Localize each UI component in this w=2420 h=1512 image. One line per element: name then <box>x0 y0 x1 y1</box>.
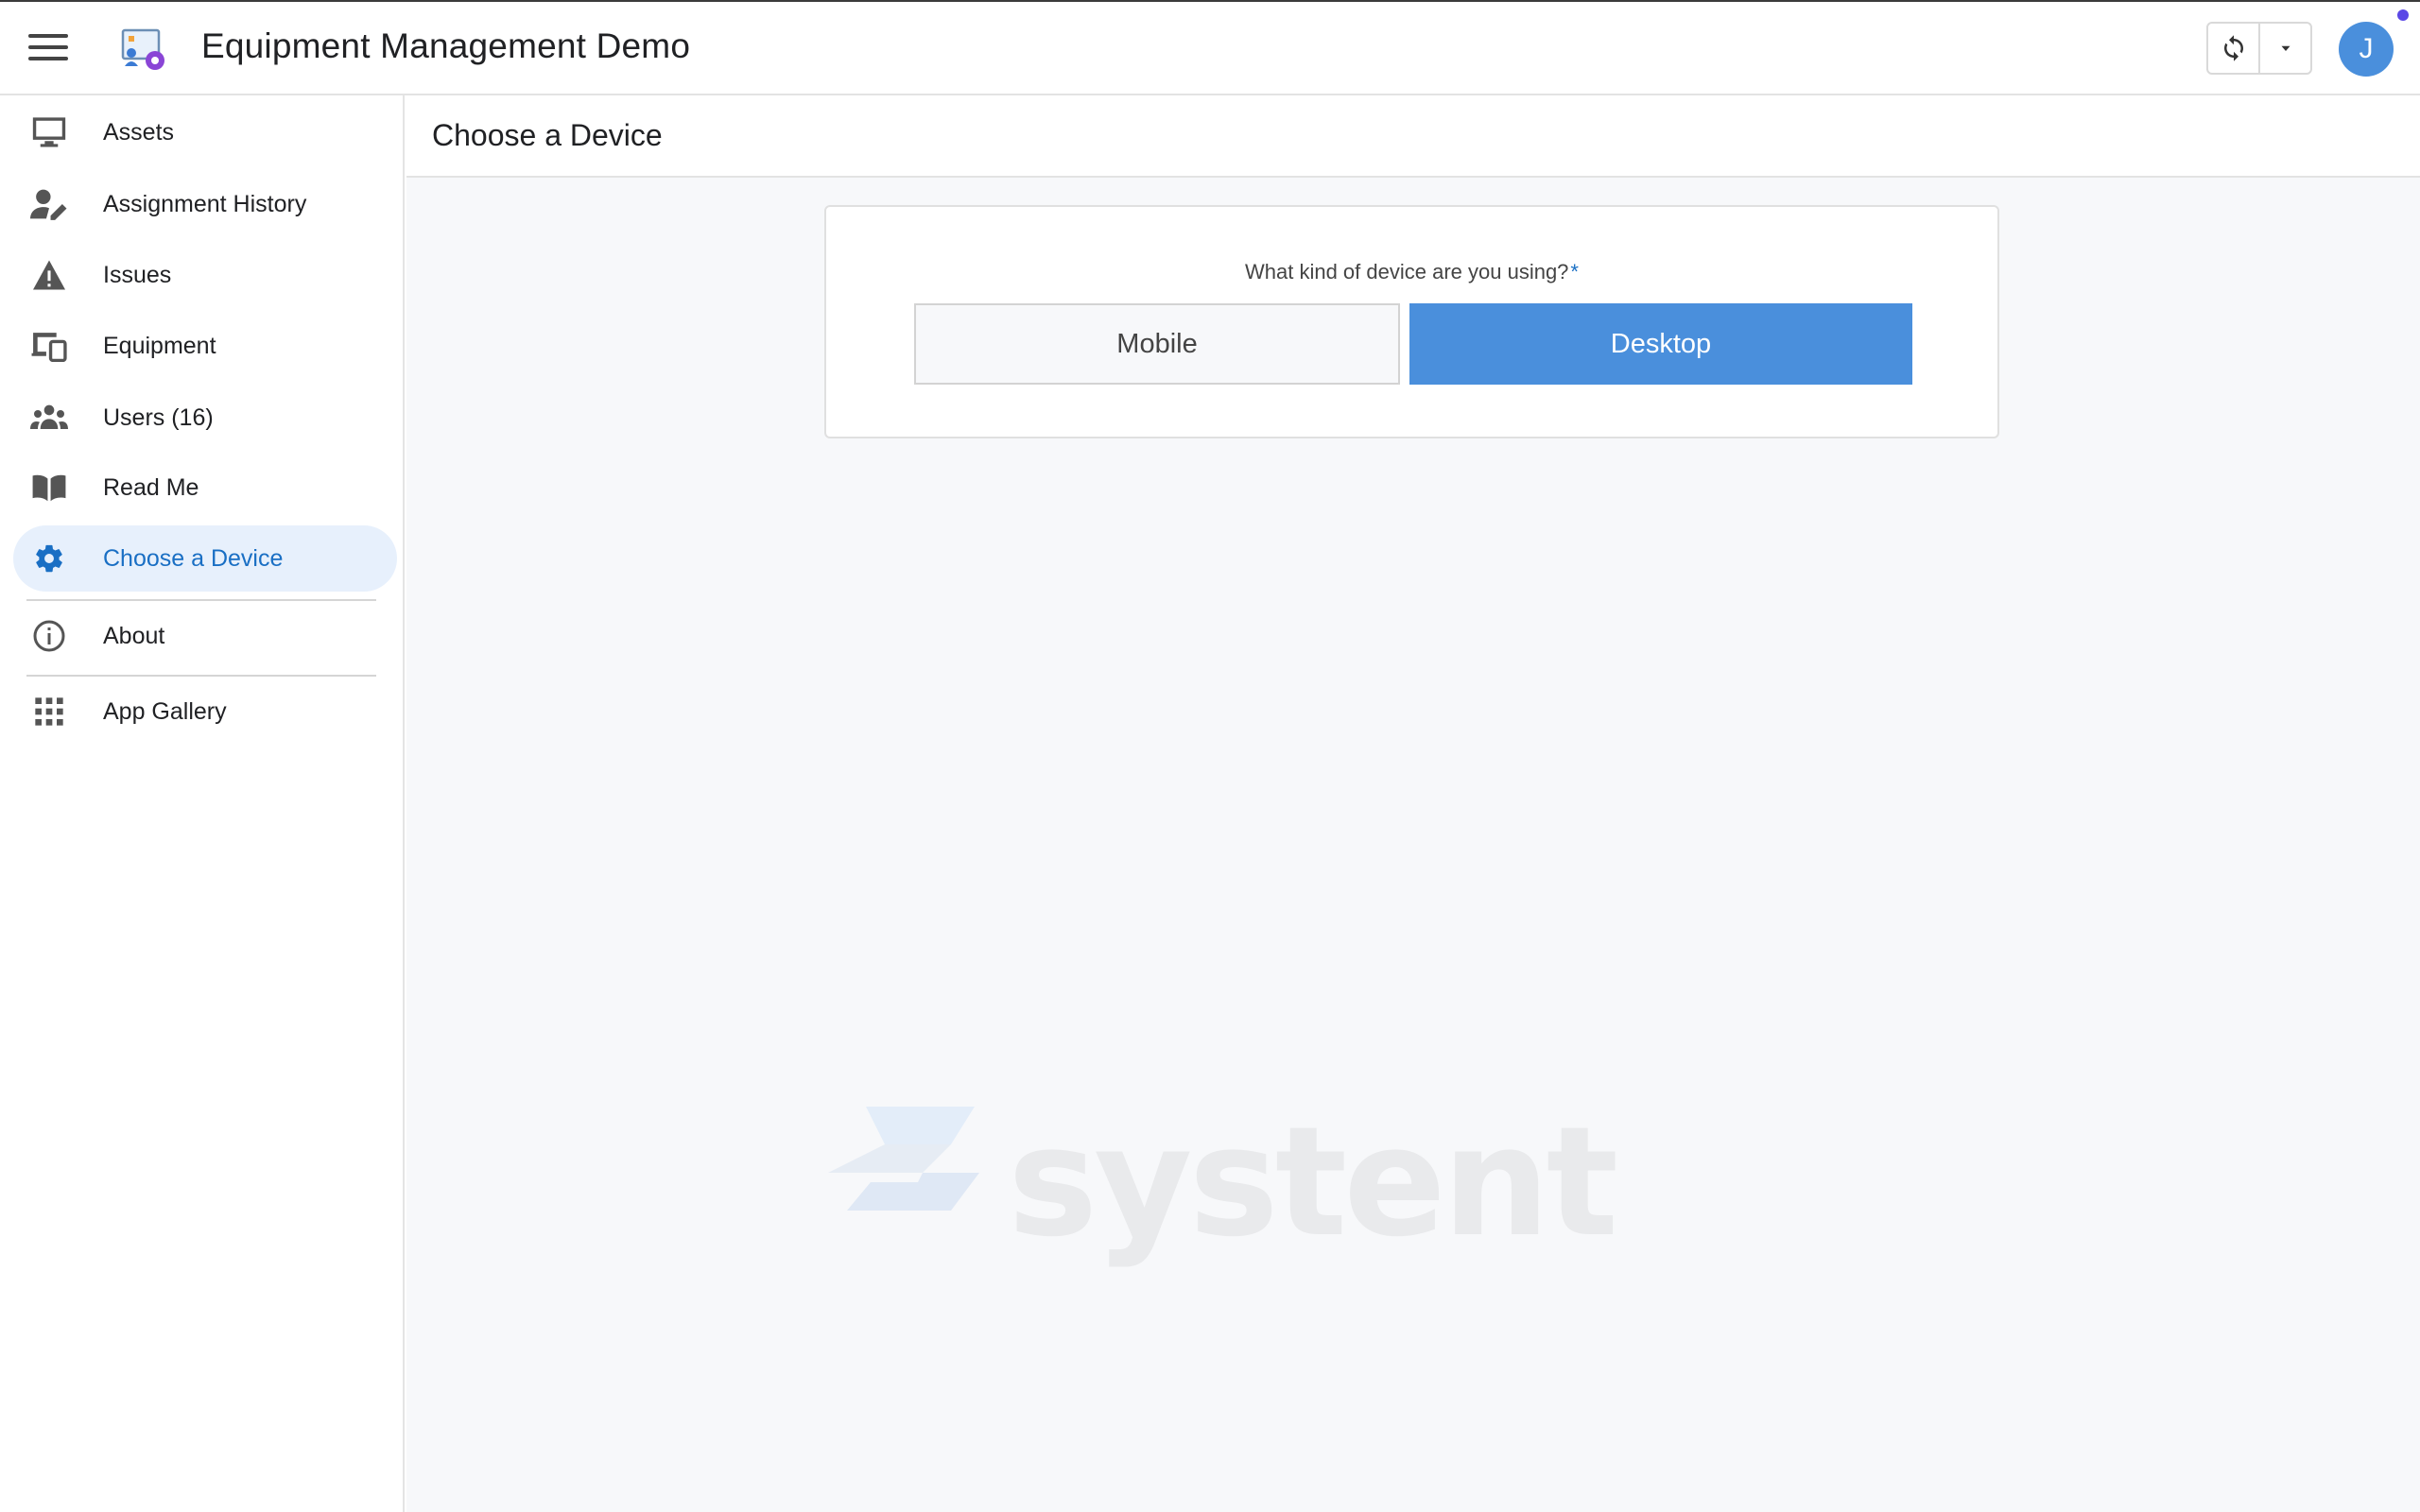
book-icon <box>30 471 68 505</box>
sidebar-item-label: App Gallery <box>103 697 227 725</box>
sidebar-item-label: Equipment <box>103 332 216 359</box>
watermark-text: systent <box>1008 1093 1618 1270</box>
sidebar-item-label: Choose a Device <box>103 544 284 572</box>
hamburger-menu-icon[interactable] <box>28 34 68 64</box>
required-marker: * <box>1570 260 1579 284</box>
users-icon <box>30 401 68 435</box>
systent-watermark: systent <box>828 1093 1618 1270</box>
sidebar-item-assets[interactable]: Assets <box>13 99 397 165</box>
sidebar-item-assignment-history[interactable]: Assignment History <box>13 171 397 237</box>
sidebar-item-app-gallery[interactable]: App Gallery <box>13 679 397 745</box>
sync-button-group <box>2206 22 2312 75</box>
main-content: Choose a Device What kind of device are … <box>406 95 2420 1512</box>
mobile-option-button[interactable]: Mobile <box>914 303 1400 385</box>
sync-dropdown-button[interactable] <box>2258 24 2310 73</box>
systent-logo-mark <box>828 1107 979 1211</box>
sidebar-item-label: Read Me <box>103 473 199 501</box>
sidebar-item-choose-a-device[interactable]: Choose a Device <box>13 525 397 592</box>
sidebar-item-label: Users (16) <box>103 404 214 431</box>
top-app-bar: Equipment Management Demo J <box>0 0 2420 95</box>
sidebar-item-label: Assignment History <box>103 190 307 217</box>
sidebar-divider <box>26 599 376 601</box>
monitor-icon <box>30 115 68 149</box>
devices-icon <box>30 329 68 363</box>
device-question-label: What kind of device are you using? <box>1245 260 1569 284</box>
device-question: What kind of device are you using?* <box>826 260 1997 284</box>
page-title: Choose a Device <box>432 118 663 152</box>
grid-icon <box>30 695 68 729</box>
sidebar-item-label: Assets <box>103 118 175 146</box>
sidebar-item-read-me[interactable]: Read Me <box>13 455 397 521</box>
sidebar-item-about[interactable]: About <box>13 603 397 669</box>
notification-dot <box>2397 9 2409 21</box>
user-edit-icon <box>30 187 68 221</box>
page-header: Choose a Device <box>406 95 2420 178</box>
sidebar-item-equipment[interactable]: Equipment <box>13 313 397 379</box>
sync-icon <box>2223 35 2243 61</box>
sidebar-item-issues[interactable]: Issues <box>13 242 397 308</box>
sidebar-item-label: About <box>103 622 165 649</box>
app-logo <box>121 28 164 70</box>
app-title: Equipment Management Demo <box>201 26 691 65</box>
warning-icon <box>30 258 68 292</box>
sync-button[interactable] <box>2208 24 2258 73</box>
device-form-card: What kind of device are you using?* Mobi… <box>824 205 1999 438</box>
caret-down-icon <box>2281 45 2290 51</box>
sidebar: Assets Assignment History Issues Equipme… <box>0 95 405 1512</box>
desktop-option-button[interactable]: Desktop <box>1409 303 1912 385</box>
gear-icon <box>30 541 68 576</box>
sidebar-item-label: Issues <box>103 261 172 288</box>
sidebar-divider <box>26 675 376 677</box>
info-icon <box>30 619 68 653</box>
user-avatar[interactable]: J <box>2339 22 2394 77</box>
sidebar-item-users[interactable]: Users (16) <box>13 385 397 451</box>
